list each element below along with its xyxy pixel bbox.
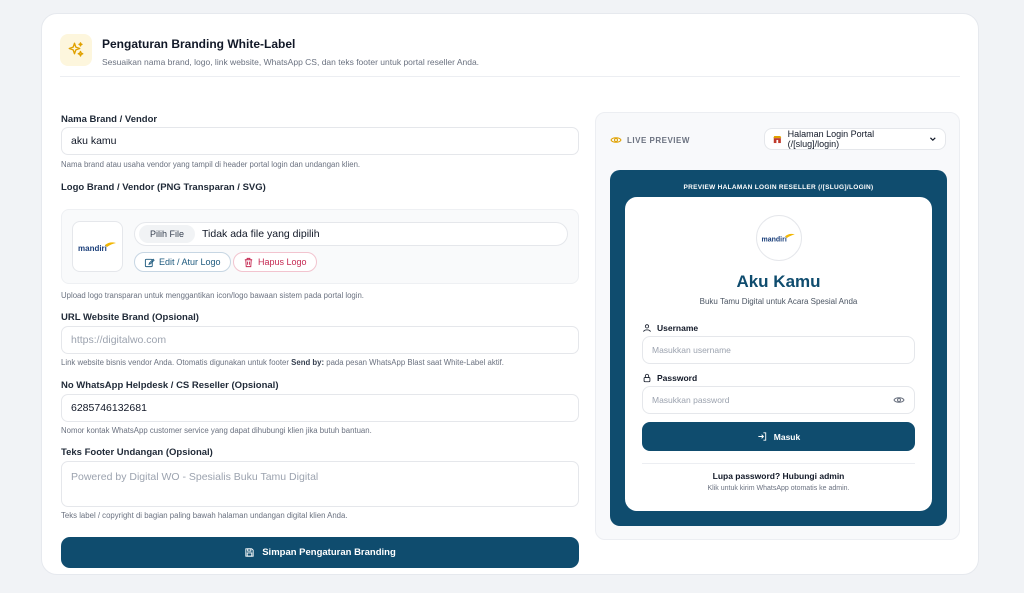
mandiri-logo: mandiri [762,233,795,244]
forgot-password-hint: Klik untuk kirim WhatsApp otomatis ke ad… [707,485,850,492]
footer-help: Teks label / copyright di bagian paling … [61,511,348,520]
branding-card: Pengaturan Branding White-Label Sesuaika… [41,13,979,575]
username-label: Username [642,323,698,333]
website-input[interactable]: https://digitalwo.com [61,326,579,354]
login-icon [758,432,766,441]
page-title: Pengaturan Branding White-Label [102,37,296,51]
trash-icon [244,257,253,267]
brand-name-help: Nama brand atau usaha vendor yang tampil… [61,160,361,169]
delete-logo-button[interactable]: Hapus Logo [233,252,317,272]
preview-frame: PREVIEW HALAMAN LOGIN RESELLER (/[SLUG]/… [610,170,947,526]
forgot-password-link[interactable]: Lupa password? Hubungi admin [625,471,932,481]
password-label: Password [642,373,697,383]
store-icon [773,135,782,143]
save-branding-label: Simpan Pengaturan Branding [262,547,396,558]
logo-upload-box: mandiri Pilih File Tidak ada file yang d… [61,209,579,284]
header-divider [60,76,960,77]
live-preview-panel: LIVE PREVIEW Halaman Login Portal (/[slu… [595,112,960,540]
logo-help: Upload logo transparan untuk menggantika… [61,291,364,300]
login-brand-name: Aku Kamu [736,272,821,291]
svg-text:mandiri: mandiri [762,237,787,244]
preview-page-select[interactable]: Halaman Login Portal (/[slug]/login) [764,128,946,150]
login-divider [642,463,915,464]
live-preview-heading: LIVE PREVIEW [610,134,690,146]
username-input[interactable]: Masukkan username [642,336,915,364]
save-branding-button[interactable]: Simpan Pengaturan Branding [61,537,579,568]
whatsapp-input[interactable]: 6285746132681 [61,394,579,422]
eye-icon [610,137,622,143]
live-preview-label: LIVE PREVIEW [627,135,690,145]
show-password-icon[interactable] [893,394,905,406]
brand-name-input[interactable]: aku kamu [61,127,579,155]
file-input[interactable]: Pilih File Tidak ada file yang dipilih [134,222,568,246]
logo-label: Logo Brand / Vendor (PNG Transparan / SV… [61,182,266,193]
edit-logo-label: Edit / Atur Logo [159,257,221,267]
login-logo: mandiri [756,215,802,261]
user-icon [643,324,651,332]
login-card: mandiri Aku Kamu Buku Tamu Digital untuk… [625,197,932,511]
lock-icon [643,373,651,383]
password-input[interactable]: Masukkan password [642,386,915,414]
preview-frame-title: PREVIEW HALAMAN LOGIN RESELLER (/[SLUG]/… [683,184,874,191]
whatsapp-label: No WhatsApp Helpdesk / CS Reseller (Opsi… [61,380,279,391]
edit-logo-button[interactable]: Edit / Atur Logo [134,252,231,272]
logo-preview: mandiri [72,221,123,272]
login-submit-label: Masuk [773,431,801,442]
website-help: Link website bisnis vendor Anda. Otomati… [61,358,504,367]
save-icon [245,548,254,557]
whatsapp-help: Nomor kontak WhatsApp customer service y… [61,426,372,435]
login-subtitle: Buku Tamu Digital untuk Acara Spesial An… [699,297,858,306]
footer-textarea[interactable]: Powered by Digital WO - Spesialis Buku T… [61,461,579,507]
footer-label: Teks Footer Undangan (Opsional) [61,447,213,458]
edit-icon [144,258,155,267]
brand-name-label: Nama Brand / Vendor [61,114,158,125]
login-submit-button[interactable]: Masuk [642,422,915,451]
mandiri-logo: mandiri [78,241,116,253]
preview-page-value: Halaman Login Portal (/[slug]/login) [787,129,875,149]
page-subtitle: Sesuaikan nama brand, logo, link website… [102,57,480,67]
choose-file-button[interactable]: Pilih File [139,225,196,243]
chevron-down-icon [930,137,937,142]
file-status: Tidak ada file yang dipilih [202,228,320,240]
sparkles-icon [60,34,92,66]
website-label: URL Website Brand (Opsional) [61,312,199,323]
delete-logo-label: Hapus Logo [258,257,307,267]
svg-text:mandiri: mandiri [78,244,107,253]
page-header: Pengaturan Branding White-Label Sesuaika… [60,32,960,76]
